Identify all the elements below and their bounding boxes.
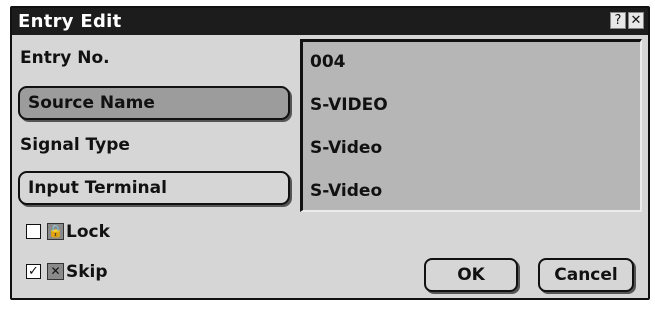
entry-edit-dialog: Entry Edit ? ✕ Entry No. Source Name Sig…: [10, 6, 650, 300]
close-button[interactable]: ✕: [628, 12, 644, 29]
ok-button[interactable]: OK: [424, 258, 518, 292]
title-bar[interactable]: Entry Edit ? ✕: [12, 8, 648, 35]
input-terminal-button[interactable]: Input Terminal: [18, 171, 290, 205]
signal-type-value: S-Video: [310, 138, 383, 158]
source-name-value: S-VIDEO: [310, 95, 388, 115]
entry-no-value: 004: [310, 52, 346, 72]
skip-label: Skip: [66, 262, 108, 282]
lock-label: Lock: [66, 222, 110, 242]
entry-no-label: Entry No.: [20, 48, 110, 68]
signal-type-label: Signal Type: [20, 135, 130, 155]
values-panel: 004 S-VIDEO S-Video S-Video: [300, 39, 642, 212]
input-terminal-value: S-Video: [310, 181, 383, 201]
dialog-title: Entry Edit: [18, 11, 122, 32]
help-button[interactable]: ?: [610, 12, 626, 29]
source-name-button[interactable]: Source Name: [18, 86, 290, 120]
cancel-button[interactable]: Cancel: [538, 258, 634, 292]
lock-icon: 🔒: [47, 223, 64, 240]
skip-icon: ✕: [47, 263, 64, 280]
lock-checkbox[interactable]: [26, 224, 41, 239]
skip-checkbox[interactable]: ✓: [26, 264, 41, 279]
